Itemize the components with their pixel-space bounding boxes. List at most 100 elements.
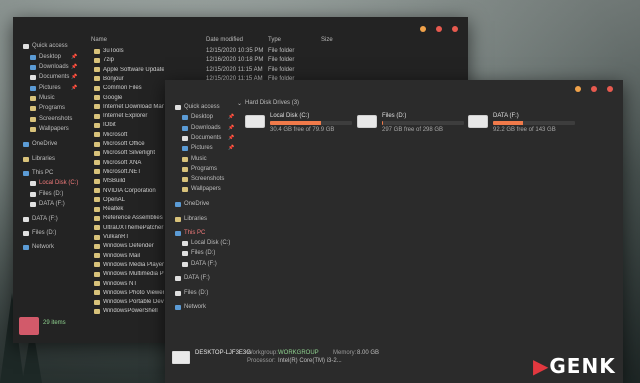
pin-icon[interactable]: 📌 — [228, 125, 234, 131]
table-row[interactable]: Windows Multimedia Platfo — [94, 271, 164, 277]
minimize-button[interactable] — [420, 26, 426, 32]
nav-item[interactable]: Pictures — [30, 85, 61, 91]
nav-item[interactable]: This PC — [23, 170, 53, 176]
column-header-type[interactable]: Type — [268, 37, 281, 43]
nav-item-label: DATA (F:) — [184, 275, 210, 281]
file-name: IObit — [103, 122, 116, 129]
cloud-icon — [23, 141, 29, 147]
drive-tile[interactable]: Files (D:) 297 GB free of 298 GB — [357, 113, 464, 133]
table-row[interactable]: Windows Photo Viewer — [94, 290, 164, 296]
nav-item[interactable]: Downloads — [182, 125, 221, 131]
file-name: Bonjour — [103, 75, 124, 82]
nav-item[interactable]: Quick access — [23, 43, 68, 49]
close-button[interactable] — [607, 86, 613, 92]
nav-item[interactable]: Wallpapers — [30, 126, 69, 132]
drive-icon — [182, 261, 188, 267]
nav-item[interactable]: Pictures — [182, 145, 213, 151]
nav-item[interactable]: Desktop — [30, 54, 61, 60]
nav-item[interactable]: Music — [30, 95, 55, 101]
drive-tile[interactable]: Local Disk (C:) 30.4 GB free of 79.9 GB — [245, 113, 352, 133]
table-row[interactable]: Common Files — [94, 85, 164, 91]
drive-usage-bar — [270, 121, 352, 125]
table-row[interactable]: Realtek — [94, 206, 164, 212]
column-header-name[interactable]: Name — [91, 37, 107, 43]
table-row[interactable]: Apple Software Update — [94, 67, 164, 73]
nav-item[interactable]: Desktop — [182, 114, 213, 120]
nav-item[interactable]: Files (D:) — [23, 230, 56, 236]
table-row[interactable]: Microsoft Office — [94, 141, 164, 147]
table-row[interactable]: NVIDIA Corporation — [94, 188, 164, 194]
table-row[interactable]: 7zip — [94, 57, 164, 63]
table-row[interactable]: Google — [94, 95, 164, 101]
nav-item[interactable]: OneDrive — [23, 141, 57, 147]
nav-item[interactable]: Downloads — [30, 64, 69, 70]
table-row[interactable]: Microsoft Silverlight — [94, 150, 164, 156]
pin-icon[interactable]: 📌 — [71, 85, 77, 91]
nav-item[interactable]: Network — [175, 304, 206, 310]
drive-tile[interactable]: DATA (F:) 92.2 GB free of 143 GB — [468, 113, 575, 133]
nav-item[interactable]: Network — [23, 244, 54, 250]
nav-item[interactable]: Documents — [30, 74, 69, 80]
nav-item[interactable]: Documents — [182, 135, 221, 141]
table-row[interactable]: Microsoft — [94, 132, 164, 138]
nav-item[interactable]: Local Disk (C:) — [30, 180, 78, 186]
window-controls — [575, 86, 613, 92]
nav-item[interactable]: Files (D:) — [175, 290, 208, 296]
nav-item[interactable]: Libraries — [175, 216, 207, 222]
table-row[interactable]: Internet Download Manager — [94, 104, 164, 110]
table-row[interactable]: Reference Assemblies — [94, 215, 164, 221]
nav-item[interactable]: Local Disk (C:) — [182, 240, 230, 246]
table-row[interactable]: IObit — [94, 122, 164, 128]
nav-item[interactable]: Programs — [30, 105, 65, 111]
table-row[interactable]: VulkanRT — [94, 234, 164, 240]
table-row[interactable]: MSBuild — [94, 178, 164, 184]
file-name: Microsoft XNA — [103, 159, 142, 166]
pin-icon[interactable]: 📌 — [71, 54, 77, 60]
nav-item[interactable]: Wallpapers — [182, 186, 221, 192]
nav-item[interactable]: Screenshots — [182, 176, 224, 182]
folder-icon — [94, 299, 100, 305]
pin-icon[interactable]: 📌 — [71, 64, 77, 70]
pin-icon[interactable]: 📌 — [228, 114, 234, 120]
section-header[interactable]: ⌄ Hard Disk Drives (3) — [237, 100, 299, 107]
table-row[interactable]: Windows Media Player — [94, 262, 164, 268]
table-row[interactable]: Internet Explorer — [94, 113, 164, 119]
maximize-button[interactable] — [591, 86, 597, 92]
nav-item[interactable]: DATA (F:) — [175, 275, 210, 281]
table-row[interactable]: Windows NT — [94, 281, 164, 287]
table-row[interactable]: OpenAL — [94, 197, 164, 203]
pin-icon[interactable]: 📌 — [228, 135, 234, 141]
nav-item[interactable]: This PC — [175, 230, 205, 236]
nav-item[interactable]: Files (D:) — [182, 250, 215, 256]
minimize-button[interactable] — [575, 86, 581, 92]
table-row[interactable]: Windows Mail — [94, 253, 164, 259]
download-icon — [182, 125, 188, 131]
nav-item[interactable]: Quick access — [175, 104, 220, 110]
table-row[interactable]: Windows Portable Devices — [94, 299, 164, 305]
table-row[interactable]: UltraUXThemePatcher — [94, 225, 164, 231]
table-row[interactable]: Microsoft XNA — [94, 160, 164, 166]
nav-item[interactable]: DATA (F:) — [182, 261, 217, 267]
maximize-button[interactable] — [436, 26, 442, 32]
close-button[interactable] — [452, 26, 458, 32]
pin-icon[interactable]: 📌 — [71, 74, 77, 80]
table-row[interactable]: WindowsPowerShell — [94, 308, 164, 314]
column-header-size[interactable]: Size — [321, 37, 333, 43]
table-row[interactable]: 3uTools — [94, 48, 164, 54]
column-header-date[interactable]: Date modified — [206, 37, 243, 43]
nav-item[interactable]: Programs — [182, 166, 217, 172]
nav-item[interactable]: OneDrive — [175, 201, 209, 207]
explorer-window-this-pc[interactable]: Quick access Desktop Downloads Documents Pic… — [165, 80, 623, 383]
folder-icon — [182, 166, 188, 172]
nav-item[interactable]: Screenshots — [30, 116, 72, 122]
folder-icon — [94, 243, 100, 249]
nav-item[interactable]: DATA (F:) — [23, 216, 58, 222]
table-row[interactable]: Bonjour — [94, 76, 164, 82]
pin-icon[interactable]: 📌 — [228, 145, 234, 151]
table-row[interactable]: Microsoft.NET — [94, 169, 164, 175]
nav-item[interactable]: Music — [182, 156, 207, 162]
table-row[interactable]: Windows Defender — [94, 243, 164, 249]
nav-item[interactable]: DATA (F:) — [30, 201, 65, 207]
nav-item[interactable]: Libraries — [23, 156, 55, 162]
nav-item[interactable]: Files (D:) — [30, 191, 63, 197]
